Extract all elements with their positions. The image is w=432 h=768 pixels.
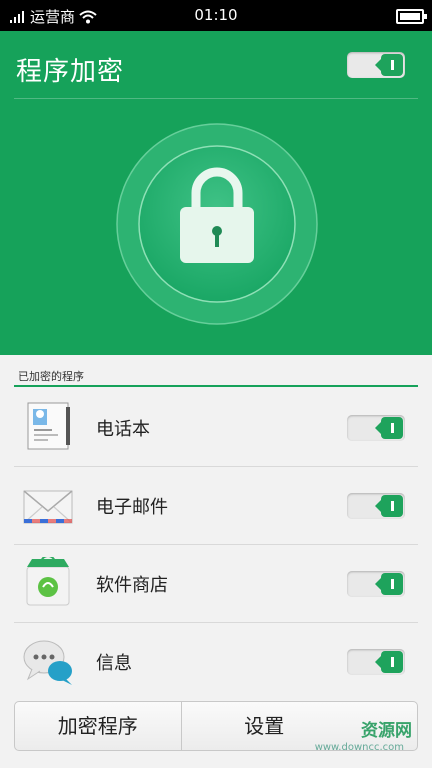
list-item-messages[interactable]: 信息 [0,623,432,701]
toggle-knob [375,573,403,595]
app-name: 软件商店 [96,575,168,596]
messages-icon [22,635,74,687]
list-item-contacts[interactable]: 电话本 [0,389,432,467]
contacts-icon [22,401,74,453]
watermark-text: 资源网 [361,721,412,741]
master-lock-toggle[interactable] [347,52,405,78]
page-title: 程序加密 [16,57,125,87]
lock-toggle[interactable] [347,415,405,441]
toggle-knob [375,651,403,673]
list-item-email[interactable]: 电子邮件 [0,467,432,545]
status-time: 01:10 [194,6,238,24]
header-divider [14,98,418,99]
encrypt-apps-button[interactable]: 加密程序 [15,702,181,750]
store-icon [22,555,74,609]
toggle-knob [375,417,403,439]
section-label: 已加密的程序 [18,370,84,383]
toggle-knob [375,54,403,76]
app-name: 信息 [96,653,132,674]
lock-toggle[interactable] [347,493,405,519]
lock-toggle[interactable] [347,571,405,597]
lock-toggle[interactable] [347,649,405,675]
header: 程序加密 [0,31,432,355]
watermark-url: www.downcc.com [314,742,404,753]
app-name: 电话本 [96,419,150,440]
toggle-knob [375,495,403,517]
status-bar: 运营商 01:10 [0,0,432,31]
section-divider [14,385,418,387]
list-item-store[interactable]: 软件商店 [0,545,432,623]
padlock-icon [116,123,318,325]
email-icon [22,479,74,531]
battery-icon [396,9,427,24]
lock-emblem [116,123,318,325]
app-name: 电子邮件 [96,497,168,518]
